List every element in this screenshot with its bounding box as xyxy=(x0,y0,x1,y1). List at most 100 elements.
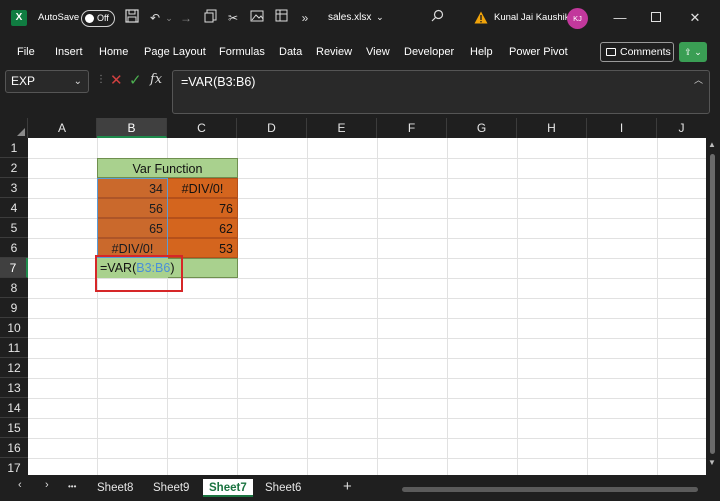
more-commands-icon[interactable]: » xyxy=(296,9,314,27)
table-icon[interactable] xyxy=(272,9,290,27)
enter-check-icon[interactable]: ✓ xyxy=(129,72,143,90)
warning-icon xyxy=(474,11,488,24)
row-header-15[interactable]: 15 xyxy=(0,418,28,438)
autosave-label: AutoSave xyxy=(38,12,80,23)
menu-power-pivot[interactable]: Power Pivot xyxy=(509,46,568,58)
column-header-d[interactable]: D xyxy=(237,118,307,138)
column-header-h[interactable]: H xyxy=(517,118,587,138)
copy-icon[interactable] xyxy=(201,9,219,27)
menu-page-layout[interactable]: Page Layout xyxy=(144,46,206,58)
tab-sheet7[interactable]: Sheet7 xyxy=(203,479,253,497)
menu-help[interactable]: Help xyxy=(470,46,493,58)
search-icon[interactable] xyxy=(428,9,446,27)
close-icon[interactable]: ✕ xyxy=(685,8,705,28)
chevron-down-icon[interactable]: ⌄ xyxy=(74,71,82,92)
cell-c3[interactable]: #DIV/0! xyxy=(167,178,238,198)
file-name-text: sales.xlsx xyxy=(328,12,372,23)
cancel-icon[interactable]: ✕ xyxy=(110,72,124,90)
column-header-b[interactable]: B xyxy=(97,118,167,138)
menu-view[interactable]: View xyxy=(366,46,390,58)
autosave-toggle[interactable]: Off xyxy=(81,10,115,27)
row-header-4[interactable]: 4 xyxy=(0,198,28,218)
cut-icon[interactable]: ✂ xyxy=(224,9,242,27)
tab-next-icon[interactable]: › xyxy=(45,479,49,491)
formula-input[interactable]: =VAR(B3:B6) ︿ xyxy=(172,70,710,114)
formula-text: =VAR(B3:B6) xyxy=(181,75,256,89)
sheet-tabs-bar: ‹ › ••• Sheet8 Sheet9 Sheet7 Sheet6 + xyxy=(0,475,720,501)
row-header-6[interactable]: 6 xyxy=(0,238,28,258)
user-name: Kunal Jai Kaushik xyxy=(494,12,570,23)
toggle-knob xyxy=(85,14,94,23)
row-header-13[interactable]: 13 xyxy=(0,378,28,398)
table-title-cell[interactable]: Var Function xyxy=(97,158,238,178)
row-header-16[interactable]: 16 xyxy=(0,438,28,458)
maximize-icon[interactable] xyxy=(646,8,666,28)
row-header-12[interactable]: 12 xyxy=(0,358,28,378)
horizontal-scrollbar[interactable] xyxy=(402,487,698,492)
formula-bar: EXP ⌄ ⋮ ✕ ✓ fx =VAR(B3:B6) ︿ xyxy=(0,66,720,118)
menu-review[interactable]: Review xyxy=(316,46,352,58)
reference-range-highlight xyxy=(97,178,168,258)
row-header-5[interactable]: 5 xyxy=(0,218,28,238)
row-header-17[interactable]: 17 xyxy=(0,458,28,475)
column-header-a[interactable]: A xyxy=(28,118,97,138)
menu-developer[interactable]: Developer xyxy=(404,46,454,58)
save-icon[interactable] xyxy=(123,9,141,27)
column-header-f[interactable]: F xyxy=(377,118,447,138)
row-header-11[interactable]: 11 xyxy=(0,338,28,358)
spreadsheet-grid[interactable]: A B C D E F G H I J 1 2 3 4 5 6 7 8 9 10… xyxy=(0,118,720,475)
menu-data[interactable]: Data xyxy=(279,46,302,58)
vertical-scrollbar[interactable]: ▲ ▼ xyxy=(706,118,720,475)
undo-dropdown-icon[interactable]: ⌄ xyxy=(160,9,178,27)
row-header-3[interactable]: 3 xyxy=(0,178,28,198)
add-sheet-icon[interactable]: + xyxy=(343,478,352,495)
row-header-2[interactable]: 2 xyxy=(0,158,28,178)
title-bar: X AutoSave Off ↶ ⌄ → ✂ » sales.xlsx ⌄ Ku… xyxy=(0,0,720,38)
row-header-8[interactable]: 8 xyxy=(0,278,28,298)
select-all-corner[interactable] xyxy=(0,118,28,138)
column-header-e[interactable]: E xyxy=(307,118,377,138)
name-box[interactable]: EXP ⌄ xyxy=(5,70,89,93)
image-icon[interactable] xyxy=(248,9,266,27)
scroll-up-icon[interactable]: ▲ xyxy=(708,140,716,149)
tab-prev-icon[interactable]: ‹ xyxy=(18,479,22,491)
redo-icon[interactable]: → xyxy=(177,9,195,27)
row-header-7[interactable]: 7 xyxy=(0,258,28,278)
comments-button[interactable]: Comments xyxy=(600,42,674,62)
row-header-1[interactable]: 1 xyxy=(0,138,28,158)
cell-c5[interactable]: 62 xyxy=(167,218,238,238)
tab-sheet6[interactable]: Sheet6 xyxy=(259,479,307,497)
menu-insert[interactable]: Insert xyxy=(55,46,83,58)
comments-label: Comments xyxy=(620,46,671,58)
comment-icon xyxy=(606,48,616,56)
scrollbar-thumb[interactable] xyxy=(710,154,715,454)
column-header-j[interactable]: J xyxy=(657,118,707,138)
insert-function-icon[interactable]: fx xyxy=(150,72,162,87)
tab-sheet8[interactable]: Sheet8 xyxy=(91,479,139,497)
menu-formulas[interactable]: Formulas xyxy=(219,46,265,58)
name-box-value: EXP xyxy=(11,74,36,88)
collapse-icon[interactable]: ︿ xyxy=(694,73,703,86)
file-name[interactable]: sales.xlsx ⌄ xyxy=(328,12,384,23)
autosave-state: Off xyxy=(97,13,109,23)
column-header-c[interactable]: C xyxy=(167,118,237,138)
row-header-10[interactable]: 10 xyxy=(0,318,28,338)
column-header-g[interactable]: G xyxy=(447,118,517,138)
row-header-9[interactable]: 9 xyxy=(0,298,28,318)
column-header-i[interactable]: I xyxy=(587,118,657,138)
avatar[interactable]: KJ xyxy=(567,8,588,29)
minimize-icon[interactable]: — xyxy=(610,8,630,28)
menu-file[interactable]: File xyxy=(17,46,35,58)
annotation-highlight-box xyxy=(95,255,183,292)
chevron-down-icon: ⌄ xyxy=(376,12,384,22)
ribbon-menu: File Insert Home Page Layout Formulas Da… xyxy=(0,38,720,66)
cell-c4[interactable]: 76 xyxy=(167,198,238,218)
menu-home[interactable]: Home xyxy=(99,46,128,58)
more-sheets-icon[interactable]: ••• xyxy=(68,482,76,491)
tab-sheet9[interactable]: Sheet9 xyxy=(147,479,195,497)
drag-handle-icon[interactable]: ⋮ xyxy=(96,74,106,90)
row-header-14[interactable]: 14 xyxy=(0,398,28,418)
share-button[interactable]: ⇪ ⌄ xyxy=(679,42,707,62)
scroll-down-icon[interactable]: ▼ xyxy=(708,458,716,467)
excel-logo-icon: X xyxy=(11,10,27,26)
